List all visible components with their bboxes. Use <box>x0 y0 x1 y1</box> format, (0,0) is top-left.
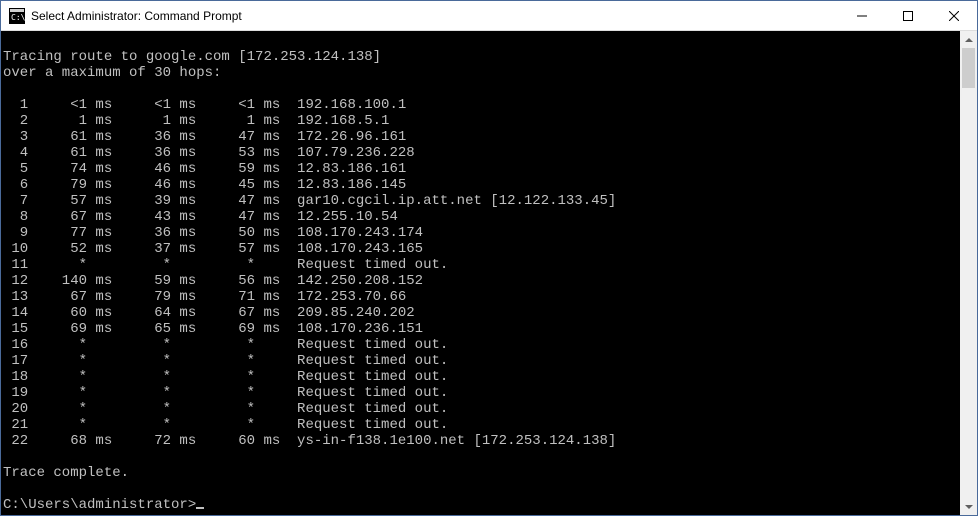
minimize-button[interactable] <box>839 1 885 30</box>
maximize-button[interactable] <box>885 1 931 30</box>
command-prompt-window: C:\ Select Administrator: Command Prompt… <box>0 0 978 516</box>
scrollbar-track[interactable] <box>960 48 977 498</box>
close-button[interactable] <box>931 1 977 30</box>
svg-text:C:\: C:\ <box>11 13 25 22</box>
window-title: Select Administrator: Command Prompt <box>31 9 839 23</box>
titlebar[interactable]: C:\ Select Administrator: Command Prompt <box>1 1 977 31</box>
text-cursor <box>196 507 204 509</box>
scrollbar-thumb[interactable] <box>962 48 975 88</box>
window-controls <box>839 1 977 30</box>
scroll-up-arrow-icon[interactable] <box>960 31 977 48</box>
vertical-scrollbar[interactable] <box>960 31 977 515</box>
console-output[interactable]: Tracing route to google.com [172.253.124… <box>1 31 960 515</box>
console-area: Tracing route to google.com [172.253.124… <box>1 31 977 515</box>
prompt-text: C:\Users\administrator> <box>3 497 196 513</box>
scroll-down-arrow-icon[interactable] <box>960 498 977 515</box>
cmd-icon: C:\ <box>9 8 25 24</box>
